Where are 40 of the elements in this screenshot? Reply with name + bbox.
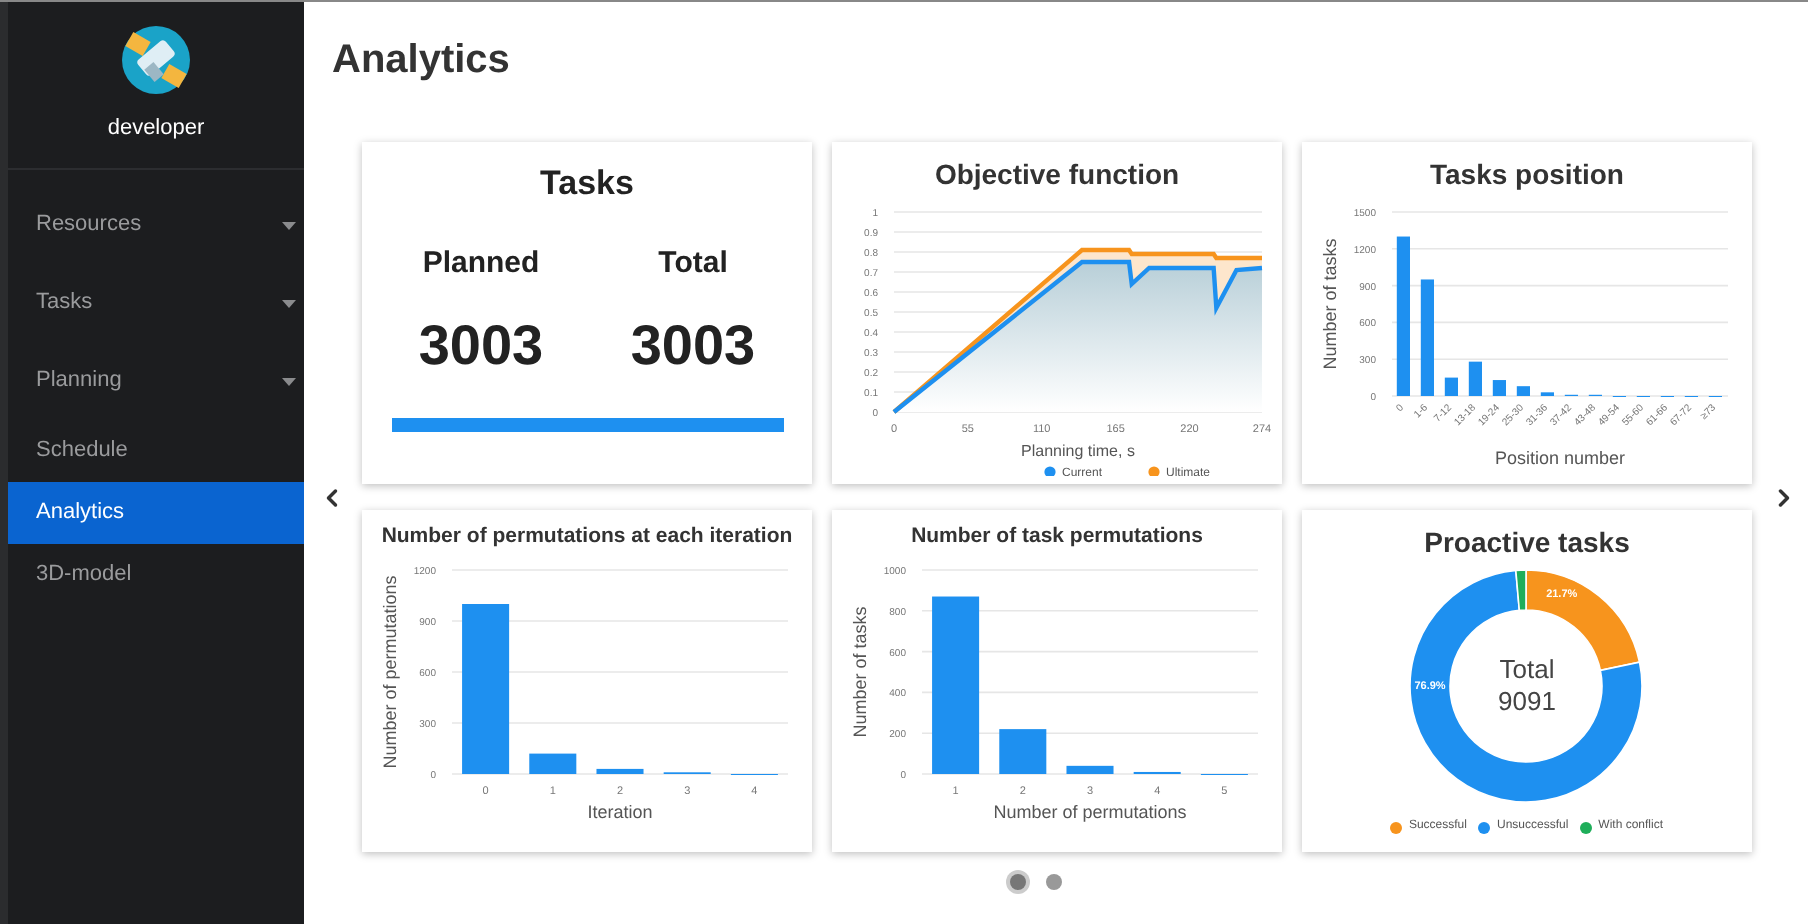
stat-label: Planned — [422, 243, 540, 283]
y-axis-title: Number of tasks — [1319, 238, 1339, 370]
sidebar-item[interactable]: Resources — [8, 186, 304, 264]
sidebar-item[interactable]: Planning — [8, 342, 304, 420]
x-axis-title: Position number — [1493, 448, 1625, 468]
chart-title: Objective function — [934, 156, 1180, 194]
sidebar-item[interactable]: 3D-model — [8, 544, 304, 606]
sidebar-item[interactable]: Analytics — [8, 482, 304, 544]
bar — [1515, 386, 1529, 396]
stat-value: 3003 — [630, 318, 756, 374]
bar — [595, 768, 643, 774]
x-axis-title: Number of permutations — [992, 801, 1186, 822]
caret-icon — [282, 299, 296, 307]
bar — [1065, 765, 1113, 774]
sidebar-item[interactable]: Schedule — [8, 420, 304, 482]
caret-icon — [282, 221, 296, 229]
chart-title: Number of task permutations — [911, 522, 1203, 552]
bar — [1491, 380, 1505, 396]
chart-title: Number of permutations at each iteration — [381, 522, 793, 552]
stat-label: Total — [658, 243, 728, 283]
bar — [1419, 279, 1433, 396]
y-axis-title: Number of permutations — [379, 574, 399, 769]
stat-value: 3003 — [418, 318, 544, 374]
bar — [1443, 377, 1457, 396]
sidebar-item[interactable]: Tasks — [8, 264, 304, 342]
bar — [1467, 361, 1481, 396]
chart-title: Proactive tasks — [1424, 524, 1630, 562]
bar — [528, 753, 576, 774]
caret-icon — [282, 377, 296, 385]
total-label: Total — [1499, 653, 1555, 686]
x-axis-title: Iteration — [586, 801, 652, 822]
total-value: 9091 — [1498, 686, 1556, 719]
card-title: Tasks — [540, 162, 634, 206]
user-name: developer — [107, 114, 205, 145]
page-title: Analytics — [332, 38, 510, 82]
bar — [998, 728, 1046, 774]
chart-title: Tasks position — [1430, 156, 1624, 194]
y-axis-title: Number of tasks — [849, 605, 869, 738]
logo-icon — [120, 24, 192, 97]
x-axis-title: Planning time, s — [1020, 442, 1134, 460]
